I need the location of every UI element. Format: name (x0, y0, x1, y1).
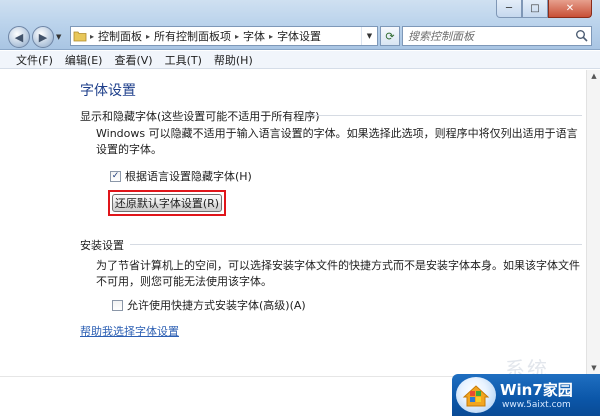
watermark-brand: Win7家园 (500, 381, 573, 399)
search-input[interactable] (403, 27, 569, 45)
forward-arrow-icon: ▶ (38, 30, 48, 44)
address-bar[interactable]: ▸ 控制面板 ▸ 所有控制面板项 ▸ 字体 ▸ 字体设置 ▼ (70, 26, 378, 46)
hide-fonts-checkbox[interactable]: ✓ (110, 170, 121, 182)
restore-default-fonts-button[interactable]: 还原默认字体设置(R) (112, 194, 222, 212)
section-divider (130, 244, 582, 245)
maximize-button[interactable]: □ (522, 0, 548, 18)
watermark-logo-icon (456, 377, 496, 413)
scroll-up-icon[interactable]: ▲ (589, 72, 599, 82)
menu-help[interactable]: 帮助(H) (208, 52, 259, 68)
description-line: Windows 可以隐藏不适用于输入语言设置的字体。如果选择此选项，则程序中将仅… (96, 127, 578, 140)
scroll-down-icon[interactable]: ▼ (589, 364, 599, 374)
minimize-button[interactable]: ─ (496, 0, 522, 18)
show-hide-description: Windows 可以隐藏不适用于输入语言设置的字体。如果选择此选项，则程序中将仅… (96, 126, 582, 158)
breadcrumb-fonts[interactable]: 字体 (240, 27, 268, 45)
refresh-icon: ⟳ (385, 29, 395, 43)
section-heading-show-hide-fonts: 显示和隐藏字体(这些设置可能不适用于所有程序) (80, 110, 320, 123)
section-heading-install-settings: 安装设置 (80, 239, 124, 252)
menu-view[interactable]: 查看(V) (108, 52, 158, 68)
window-controls: ─ □ ✕ (496, 0, 592, 20)
section-divider (310, 115, 582, 116)
checkmark-icon: ✓ (111, 170, 120, 181)
description-line: 不可用，则您可能无法使用该字体。 (96, 275, 272, 288)
breadcrumb-font-settings[interactable]: 字体设置 (274, 27, 324, 45)
folder-icon (71, 27, 89, 45)
shortcut-install-checkbox-label[interactable]: 允许使用快捷方式安装字体(高级)(A) (127, 297, 306, 313)
watermark-badge: Win7家园 www.5aixt.com (452, 374, 600, 416)
menu-edit[interactable]: 编辑(E) (59, 52, 109, 68)
menu-tools[interactable]: 工具(T) (159, 52, 208, 68)
back-arrow-icon: ◀ (14, 30, 24, 44)
help-choose-font-settings-link[interactable]: 帮助我选择字体设置 (80, 323, 179, 339)
search-box[interactable] (402, 26, 592, 46)
install-description: 为了节省计算机上的空间，可以选择安装字体文件的快捷方式而不是安装字体本身。如果该… (96, 258, 582, 290)
breadcrumb-all-items[interactable]: 所有控制面板项 (151, 27, 234, 45)
recent-pages-dropdown[interactable]: ▼ (56, 33, 61, 41)
shortcut-install-checkbox-row[interactable]: 允许使用快捷方式安装字体(高级)(A) (112, 297, 306, 313)
menu-bar: 文件(F) 编辑(E) 查看(V) 工具(T) 帮助(H) (0, 51, 600, 69)
shortcut-install-checkbox[interactable] (112, 299, 123, 311)
close-button[interactable]: ✕ (548, 0, 592, 18)
page-title: 字体设置 (80, 83, 136, 99)
address-dropdown-icon[interactable]: ▼ (361, 27, 377, 45)
breadcrumb-control-panel[interactable]: 控制面板 (95, 27, 145, 45)
hide-fonts-checkbox-row[interactable]: ✓ 根据语言设置隐藏字体(H) (110, 168, 252, 184)
watermark-url: www.5aixt.com (502, 400, 571, 410)
menu-file[interactable]: 文件(F) (10, 52, 59, 68)
refresh-button[interactable]: ⟳ (380, 26, 400, 46)
hide-fonts-checkbox-label[interactable]: 根据语言设置隐藏字体(H) (125, 168, 252, 184)
window-titlebar: ─ □ ✕ ◀ ▶ ▼ ▸ 控制面板 ▸ 所有控制面板项 ▸ 字体 ▸ 字体设置… (0, 0, 600, 50)
back-button[interactable]: ◀ (8, 26, 30, 48)
vertical-scrollbar[interactable]: ▲ ▼ (586, 70, 600, 376)
search-icon[interactable] (575, 29, 588, 45)
description-line: 设置的字体。 (96, 143, 162, 156)
description-line: 为了节省计算机上的空间，可以选择安装字体文件的快捷方式而不是安装字体本身。如果该… (96, 259, 580, 272)
forward-button[interactable]: ▶ (32, 26, 54, 48)
